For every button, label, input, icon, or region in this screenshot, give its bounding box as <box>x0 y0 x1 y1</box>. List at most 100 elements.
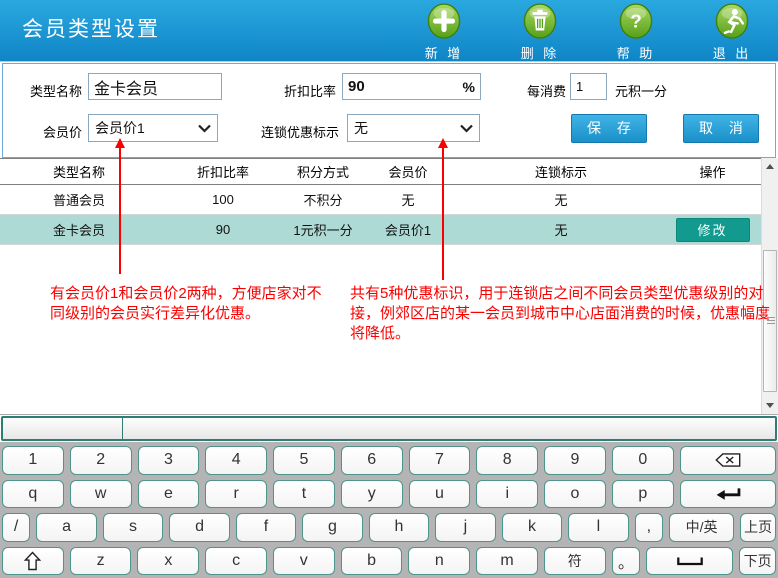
member-price-select[interactable]: 会员价1 <box>88 114 218 142</box>
annotation-left: 有会员价1和会员价2两种，方便店家对不同级别的会员实行差异化优惠。 <box>50 284 322 324</box>
trash-icon <box>523 3 557 41</box>
svg-text:?: ? <box>630 12 642 33</box>
column-header: 折扣比率 <box>158 162 288 181</box>
toolbar-label: 新 增 <box>425 43 464 62</box>
key-g[interactable]: g <box>302 513 362 542</box>
modify-button[interactable]: 修改 <box>676 218 750 242</box>
help-button[interactable]: ?帮 助 <box>604 3 668 62</box>
key-f[interactable]: f <box>236 513 296 542</box>
key-s[interactable]: s <box>103 513 163 542</box>
per-consume-input[interactable]: 1 <box>570 73 607 100</box>
key-shift[interactable] <box>2 547 64 576</box>
exit-button[interactable]: 退 出 <box>700 3 764 62</box>
table-cell: 金卡会员 <box>0 220 158 239</box>
keyboard-row: 1234567890 <box>2 446 776 475</box>
key-x[interactable]: x <box>137 547 199 576</box>
table-row[interactable]: 普通会员100不积分无无 <box>0 185 761 215</box>
column-header: 积分方式 <box>288 162 358 181</box>
key-7[interactable]: 7 <box>409 446 471 475</box>
scroll-up-icon <box>766 164 774 169</box>
per-consume-label: 每消费 <box>527 81 566 100</box>
key-符[interactable]: 符 <box>544 547 606 576</box>
key-t[interactable]: t <box>273 480 335 509</box>
key-b[interactable]: b <box>341 547 403 576</box>
key-4[interactable]: 4 <box>205 446 267 475</box>
key-r[interactable]: r <box>205 480 267 509</box>
add-button[interactable]: 新 增 <box>412 3 476 62</box>
key-m[interactable]: m <box>476 547 538 576</box>
keyboard-row: qwertyuiop <box>2 480 776 509</box>
column-header: 连锁标示 <box>458 162 664 181</box>
scroll-up-button[interactable] <box>762 158 778 175</box>
key-,[interactable]: , <box>635 513 663 542</box>
key-backspace[interactable] <box>680 446 776 475</box>
key-i[interactable]: i <box>476 480 538 509</box>
key-c[interactable]: c <box>205 547 267 576</box>
toolbar-label: 退 出 <box>713 43 752 62</box>
key-e[interactable]: e <box>138 480 200 509</box>
enter-icon <box>715 486 741 502</box>
key-w[interactable]: w <box>70 480 132 509</box>
key-6[interactable]: 6 <box>341 446 403 475</box>
chain-mark-select[interactable]: 无 <box>347 114 480 142</box>
key-。[interactable]: 。 <box>612 547 641 576</box>
table-grid: 类型名称折扣比率积分方式会员价连锁标示操作普通会员100不积分无无金卡会员901… <box>0 158 761 245</box>
key-j[interactable]: j <box>435 513 495 542</box>
annotation-arrowhead-right <box>438 138 448 148</box>
key-enter[interactable] <box>680 480 776 509</box>
key-q[interactable]: q <box>2 480 64 509</box>
key-space[interactable] <box>646 547 733 576</box>
save-button[interactable]: 保 存 <box>571 114 647 143</box>
type-name-value: 金卡会员 <box>94 75 158 99</box>
type-name-input[interactable]: 金卡会员 <box>88 73 222 100</box>
scroll-down-button[interactable] <box>762 397 778 414</box>
key-8[interactable]: 8 <box>476 446 538 475</box>
column-header: 类型名称 <box>0 162 158 181</box>
key-z[interactable]: z <box>70 547 132 576</box>
percent-sign: % <box>463 79 475 95</box>
chain-mark-value: 无 <box>354 118 368 138</box>
table-row[interactable]: 金卡会员901元积一分会员价1无修改 <box>0 215 761 245</box>
key-上页[interactable]: 上页 <box>740 513 776 542</box>
key-3[interactable]: 3 <box>138 446 200 475</box>
key-d[interactable]: d <box>169 513 229 542</box>
key-u[interactable]: u <box>409 480 471 509</box>
shift-icon <box>24 551 41 571</box>
key-h[interactable]: h <box>369 513 429 542</box>
keyboard-row: /asdfghjkl,中/英上页 <box>2 513 776 542</box>
key-0[interactable]: 0 <box>612 446 674 475</box>
cancel-button[interactable]: 取 消 <box>683 114 759 143</box>
key-p[interactable]: p <box>612 480 674 509</box>
key-/[interactable]: / <box>2 513 30 542</box>
titlebar: 会员类型设置 新 增 删 除 ?帮 助 退 出 <box>0 0 778 62</box>
discount-input[interactable]: 90 % <box>342 73 481 100</box>
key-a[interactable]: a <box>36 513 96 542</box>
key-1[interactable]: 1 <box>2 446 64 475</box>
ime-bar <box>1 416 777 441</box>
key-5[interactable]: 5 <box>273 446 335 475</box>
key-l[interactable]: l <box>568 513 628 542</box>
key-9[interactable]: 9 <box>544 446 606 475</box>
chain-mark-label: 连锁优惠标示 <box>261 122 339 141</box>
key-中/英[interactable]: 中/英 <box>669 513 734 542</box>
member-price-value: 会员价1 <box>95 118 145 138</box>
annotation-right: 共有5种优惠标识，用于连锁店之间不同会员类型优惠级别的对接，例郊区店的某一会员到… <box>350 284 774 344</box>
virtual-keyboard: 1234567890qwertyuiop/asdfghjkl,中/英上页zxcv… <box>0 442 778 578</box>
table-cell: 100 <box>158 192 288 207</box>
key-n[interactable]: n <box>408 547 470 576</box>
per-consume-value: 1 <box>576 79 583 94</box>
key-2[interactable]: 2 <box>70 446 132 475</box>
table-header-row: 类型名称折扣比率积分方式会员价连锁标示操作 <box>0 158 761 185</box>
table-cell: 无 <box>458 220 664 239</box>
exit-icon <box>715 3 749 41</box>
key-下页[interactable]: 下页 <box>739 547 776 576</box>
key-k[interactable]: k <box>502 513 562 542</box>
key-y[interactable]: y <box>341 480 403 509</box>
key-v[interactable]: v <box>273 547 335 576</box>
delete-button[interactable]: 删 除 <box>508 3 572 62</box>
annotation-arrow-right <box>442 148 444 280</box>
key-o[interactable]: o <box>544 480 606 509</box>
backspace-icon <box>715 452 741 468</box>
table-cell: 无 <box>458 190 664 209</box>
column-header: 操作 <box>664 162 761 181</box>
